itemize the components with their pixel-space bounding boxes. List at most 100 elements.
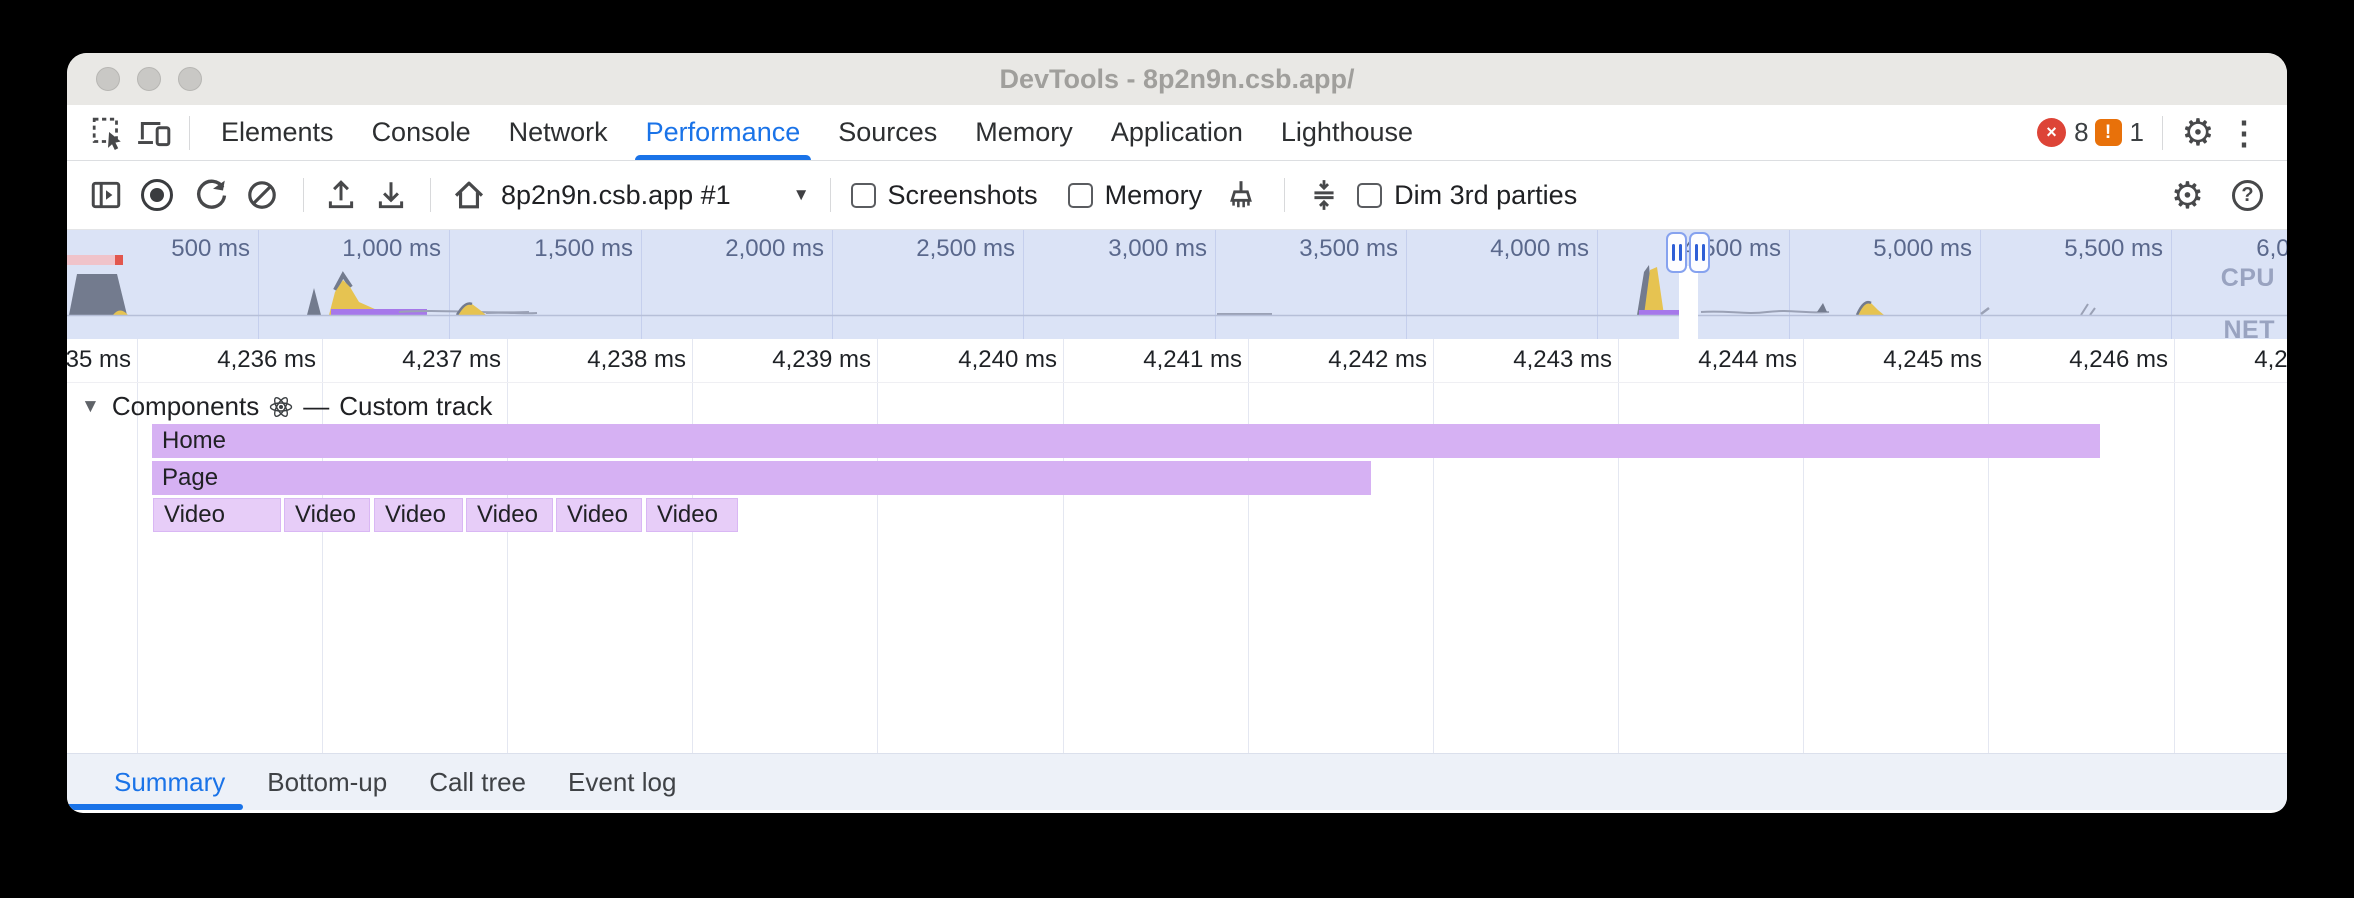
flame-bar-home[interactable]: Home [152,424,2100,458]
flame-bar-video[interactable]: Video [646,498,738,532]
chevron-down-icon[interactable]: ▼ [793,185,810,205]
ruler-tick-label: 4,239 ms [711,346,871,374]
collapse-triangle-icon[interactable]: ▼ [81,396,100,418]
flame-bar-page[interactable]: Page [152,461,1371,495]
tab-performance[interactable]: Performance [627,105,820,160]
tab-application[interactable]: Application [1092,105,1262,160]
target-selector[interactable]: 8p2n9n.csb.app #1 [501,180,731,211]
track-subtitle: Custom track [339,391,492,422]
overview-tick-label: 5,500 ms [2023,235,2163,263]
overview-tick-label: 1,500 ms [493,235,633,263]
overview-tick-label: 4,500 ms [1641,235,1781,263]
divider [2162,116,2163,150]
active-tab-underline [67,804,243,810]
ruler-tick-label: 4,242 ms [1267,346,1427,374]
download-profile-icon[interactable] [374,178,408,212]
inspect-element-icon[interactable] [85,112,131,154]
collect-garbage-icon[interactable] [1224,178,1258,212]
cpu-lane-label: CPU [2221,264,2275,293]
collapse-sections-icon[interactable] [1307,178,1341,212]
checkbox-box [1357,183,1382,208]
divider [189,116,190,150]
ruler-tick-label: 4,246 ms [2008,346,2168,374]
dim-3rd-parties-checkbox[interactable]: Dim 3rd parties [1357,180,1577,211]
track-name: Components [112,391,259,422]
checkbox-label: Dim 3rd parties [1394,180,1577,211]
ruler-tick-label: 4,237 ms [341,346,501,374]
tab-console[interactable]: Console [353,105,490,160]
devtools-tabbar: ElementsConsoleNetworkPerformanceSources… [67,105,2287,161]
ruler-tick-label: 4,240 ms [897,346,1057,374]
flame-bar-video[interactable]: Video [466,498,553,532]
timeline-ruler: 4,235 ms4,236 ms4,237 ms4,238 ms4,239 ms… [67,339,2287,383]
more-options-kebab-icon[interactable]: ⋮ [2221,112,2267,154]
ruler-tick-label: 4,244 ms [1637,346,1797,374]
record-and-reload-icon[interactable] [193,177,229,213]
window-title: DevTools - 8p2n9n.csb.app/ [67,64,2287,95]
divider [303,178,304,212]
ruler-tick-label: 4,243 ms [1452,346,1612,374]
bottom-tab-bottom-up[interactable]: Bottom-up [246,754,408,810]
overview-tick-label: 500 ms [110,235,250,263]
selection-left-handle[interactable] [1666,232,1687,273]
flame-bar-video[interactable]: Video [374,498,463,532]
toggle-sidebar-icon[interactable] [89,178,123,212]
devtools-window: DevTools - 8p2n9n.csb.app/ ElementsConso… [67,53,2287,813]
checkbox-label: Memory [1105,180,1203,211]
upload-profile-icon[interactable] [324,178,358,212]
overview-tick-label: 5,000 ms [1832,235,1972,263]
record-button[interactable] [141,179,173,211]
tab-elements[interactable]: Elements [202,105,353,160]
screenshots-checkbox[interactable]: Screenshots [851,180,1038,211]
performance-toolbar: 8p2n9n.csb.app #1 ▼ Screenshots Memory [67,161,2287,230]
ruler-tick-label: 4,238 ms [526,346,686,374]
ruler-tick-label: 4,235 ms [67,346,131,374]
device-toolbar-icon[interactable] [131,112,177,154]
home-icon[interactable] [451,177,487,213]
overview-tick-label: 1,000 ms [301,235,441,263]
flame-bar-video[interactable]: Video [153,498,281,532]
divider [830,178,831,212]
atom-icon [269,395,293,419]
bottom-tab-call-tree[interactable]: Call tree [408,754,547,810]
checkbox-label: Screenshots [888,180,1038,211]
tab-sources[interactable]: Sources [819,105,956,160]
bottom-tab-summary[interactable]: Summary [93,754,246,810]
flamechart-tracks[interactable]: ▼ Components — Custom track HomePageVide… [67,383,2287,753]
bottom-tab-event-log[interactable]: Event log [547,754,697,810]
overview-tick-label: 6,000 ms [2215,235,2287,263]
help-icon[interactable]: ? [2232,180,2263,211]
overview-tick-label: 2,500 ms [875,235,1015,263]
error-icon: × [2037,118,2066,147]
divider [430,178,431,212]
selection-right-handle[interactable] [1689,232,1710,273]
console-errors-badge[interactable]: × 8 [2037,117,2088,148]
flame-bar-video[interactable]: Video [284,498,370,532]
devtools-tabs: ElementsConsoleNetworkPerformanceSources… [202,105,1432,160]
memory-checkbox[interactable]: Memory [1068,180,1203,211]
settings-gear-icon[interactable]: ⚙ [2175,112,2221,154]
divider [1284,178,1285,212]
clear-recording-icon[interactable] [245,178,279,212]
selection-range[interactable] [1679,266,1698,339]
overview-tick-label: 3,500 ms [1258,235,1398,263]
overview-tick-label: 2,000 ms [684,235,824,263]
overview-tick-label: 3,000 ms [1067,235,1207,263]
timeline-detail: 4,235 ms4,236 ms4,237 ms4,238 ms4,239 ms… [67,339,2287,753]
tab-lighthouse[interactable]: Lighthouse [1262,105,1432,160]
track-header-components[interactable]: ▼ Components — Custom track [81,391,492,422]
overview-tick-label: 4,000 ms [1449,235,1589,263]
console-warnings-badge[interactable]: ! 1 [2095,117,2144,148]
warning-icon: ! [2095,119,2122,146]
flame-bar-video[interactable]: Video [556,498,642,532]
tab-memory[interactable]: Memory [956,105,1092,160]
timeline-overview[interactable]: 500 ms 1,000 ms 1,500 ms 2,000 ms 2,500 ms 3,… [67,230,2287,339]
ruler-tick-label: 4,241 ms [1082,346,1242,374]
net-lane-label: NET [2224,316,2276,339]
ruler-tick-label: 4,245 ms [1822,346,1982,374]
capture-settings-gear-icon[interactable]: ⚙ [2171,177,2204,214]
tab-network[interactable]: Network [490,105,627,160]
warning-count: 1 [2130,117,2144,148]
track-separator: — [303,391,329,422]
titlebar: DevTools - 8p2n9n.csb.app/ [67,53,2287,105]
